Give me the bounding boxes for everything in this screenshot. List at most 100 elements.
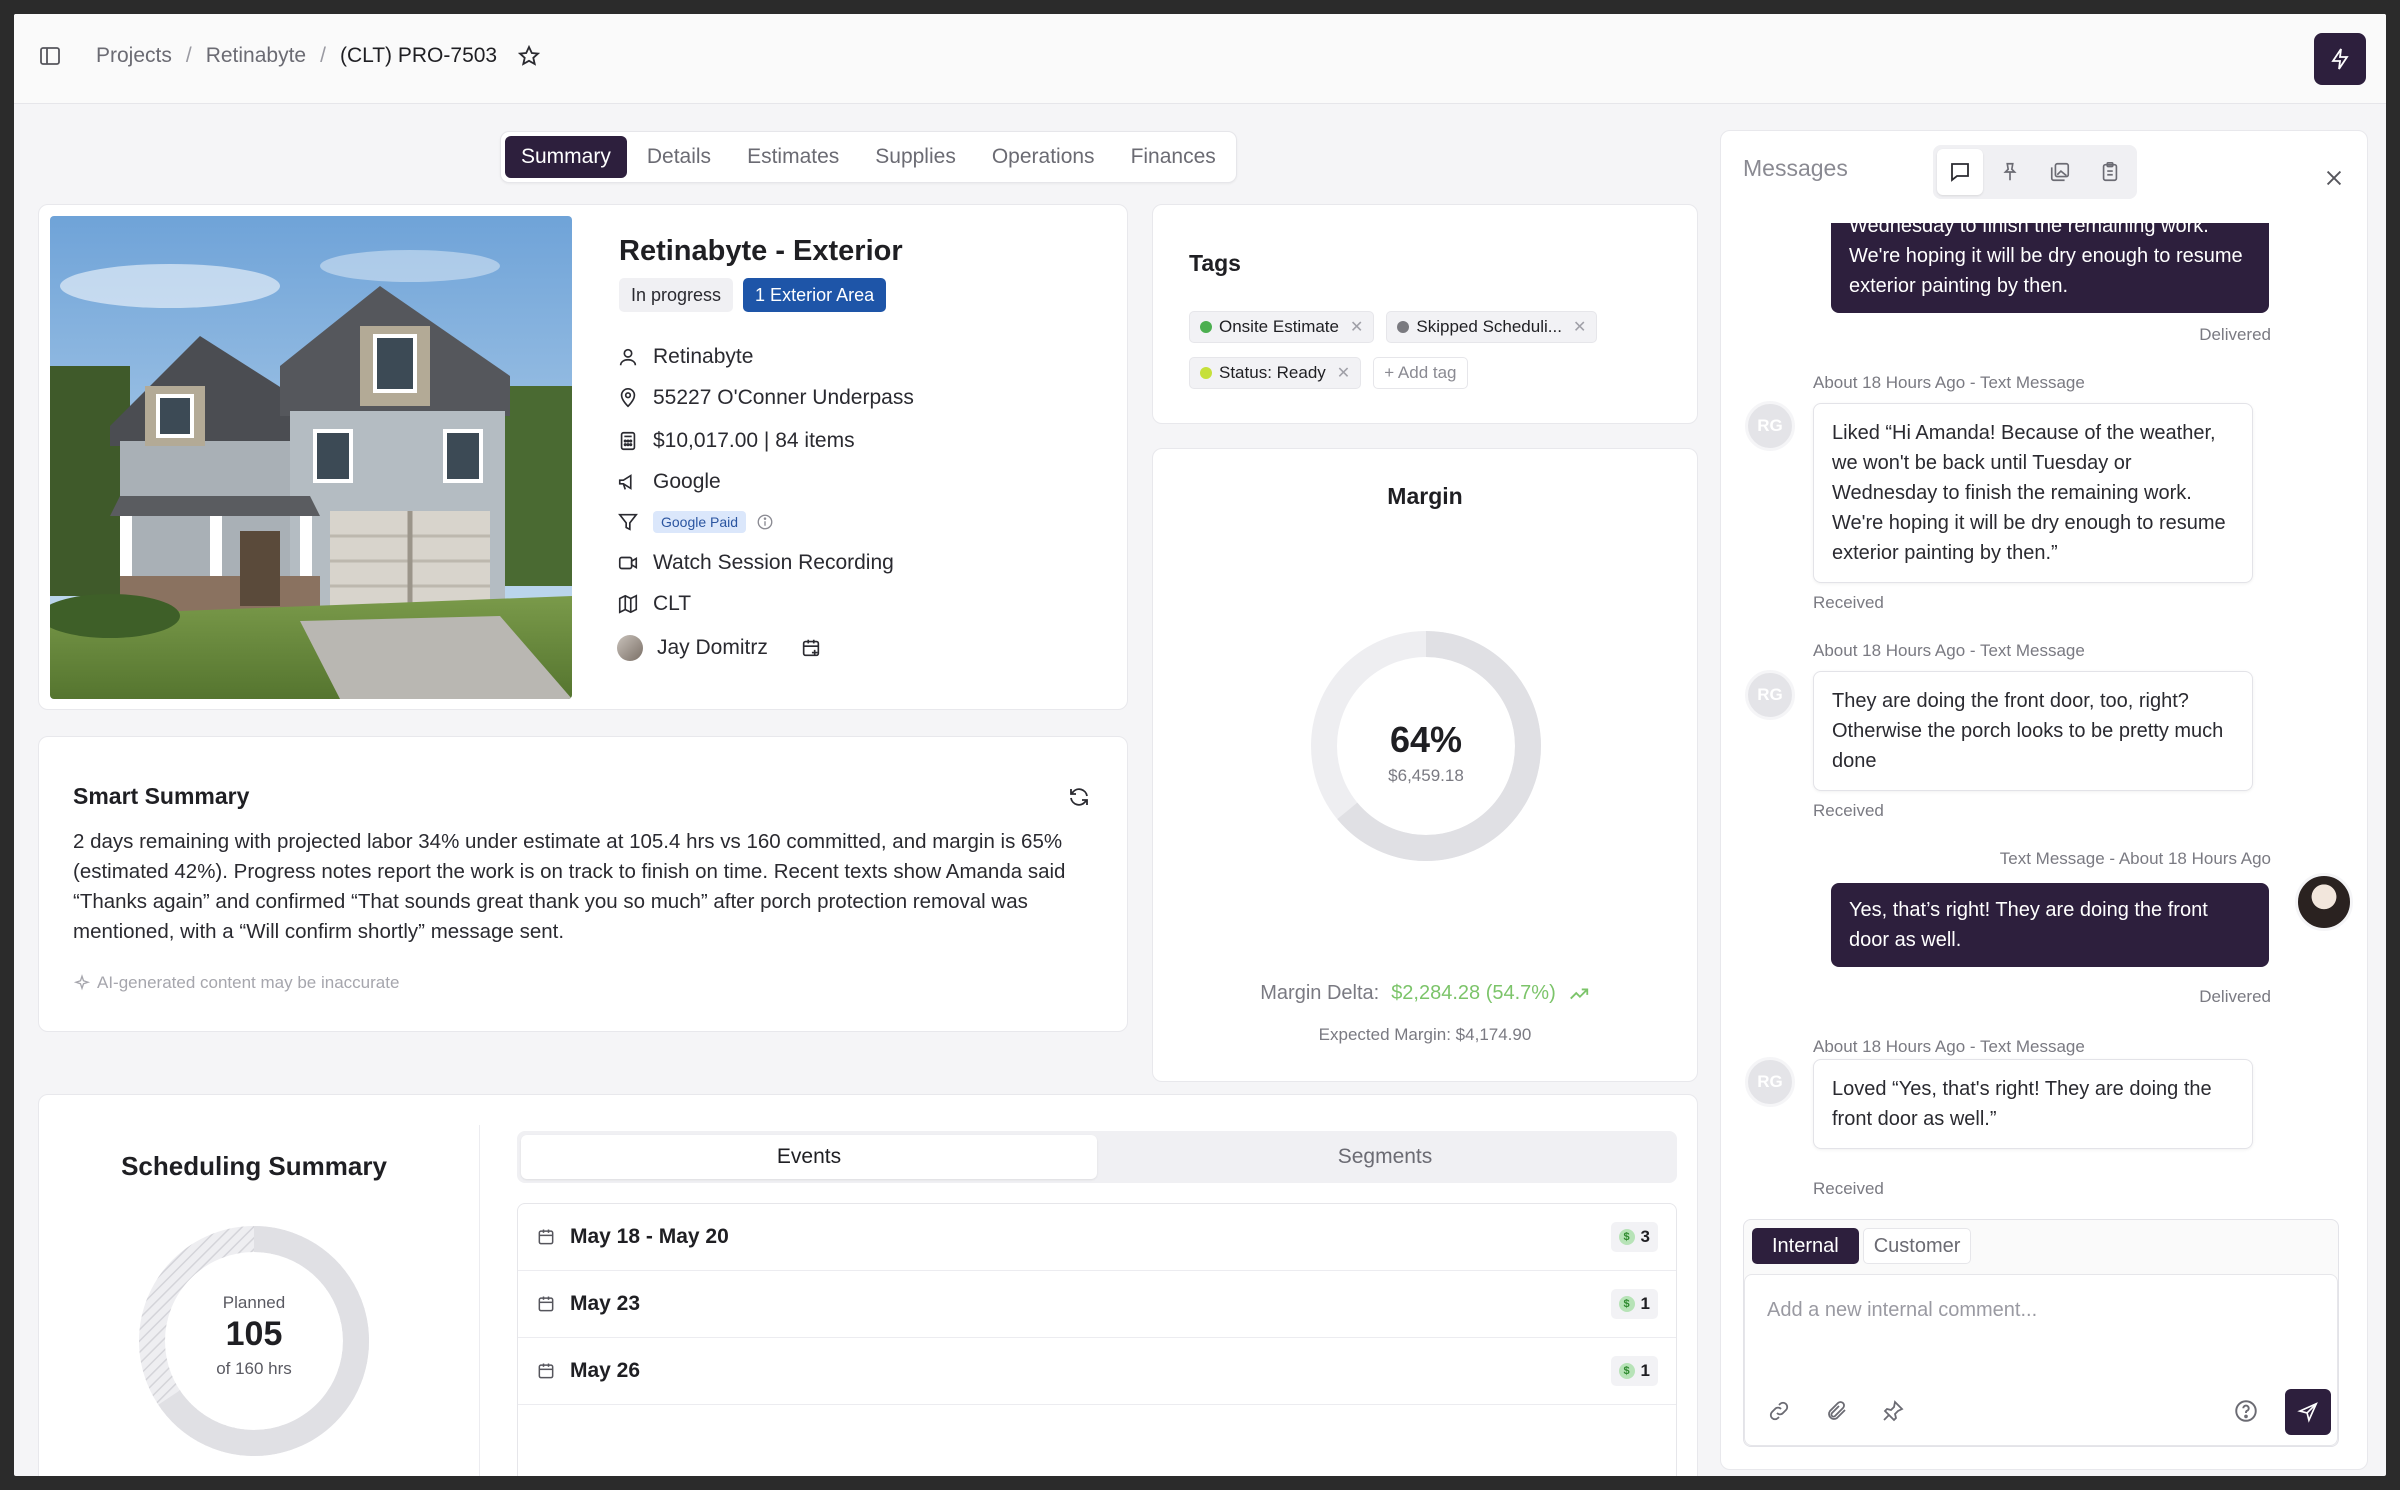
area-badge[interactable]: 1 Exterior Area: [743, 278, 887, 312]
message-meta: About 18 Hours Ago - Text Message: [1813, 373, 2085, 392]
ai-disclaimer: AI-generated content may be inaccurate: [73, 973, 399, 993]
event-count: 1: [1640, 1294, 1650, 1313]
notes-view-button[interactable]: [2087, 149, 2133, 195]
remove-tag-icon[interactable]: ✕: [1350, 317, 1363, 337]
tab-operations[interactable]: Operations: [976, 136, 1111, 178]
info-icon[interactable]: [756, 513, 774, 531]
calendar-icon: [538, 1363, 554, 1379]
sender-avatar: RG: [1745, 670, 1795, 720]
project-card: Retinabyte - Exterior In progress 1 Exte…: [38, 204, 1128, 710]
images-icon: [2050, 162, 2070, 182]
project-tabs: Summary Details Estimates Supplies Opera…: [500, 131, 1237, 183]
info-region: CLT: [617, 592, 691, 616]
info-client: Retinabyte: [617, 345, 753, 369]
filter-icon: [618, 513, 638, 531]
event-row[interactable]: May 26 $1: [518, 1338, 1676, 1405]
megaphone-icon: [618, 474, 632, 490]
add-tag-button[interactable]: + Add tag: [1373, 357, 1468, 389]
sparkle-icon: [73, 974, 91, 991]
breadcrumb-separator: /: [185, 44, 192, 67]
breadcrumb-projects[interactable]: Projects: [96, 44, 172, 68]
refresh-icon[interactable]: [1067, 785, 1091, 809]
sidebar-toggle-icon[interactable]: [38, 44, 62, 68]
link-icon[interactable]: [1767, 1399, 1791, 1423]
remove-tag-icon[interactable]: ✕: [1573, 317, 1586, 337]
tag-status-ready[interactable]: Status: Ready ✕: [1189, 357, 1362, 389]
message-meta: About 18 Hours Ago - Text Message: [1813, 641, 2085, 660]
tab-details[interactable]: Details: [631, 136, 727, 178]
tags-row-2: Status: Ready ✕ + Add tag: [1189, 357, 1468, 389]
dollar-icon: $: [1618, 1229, 1635, 1245]
attachment-icon[interactable]: [1825, 1399, 1849, 1423]
event-row[interactable]: May 18 - May 20 $3: [518, 1204, 1676, 1271]
gallery-view-button[interactable]: [2037, 149, 2083, 195]
info-address: 55227 O'Conner Underpass: [617, 386, 914, 410]
message-outgoing: Yes, that’s right! They are doing the fr…: [1831, 883, 2269, 967]
tab-summary[interactable]: Summary: [505, 136, 627, 178]
tags-title: Tags: [1189, 250, 1241, 276]
tab-customer[interactable]: Customer: [1862, 1228, 1972, 1264]
map-icon: [618, 594, 638, 614]
session-recording-link[interactable]: Watch Session Recording: [653, 551, 894, 575]
status-badge: In progress: [619, 278, 734, 312]
tag-skipped-scheduling[interactable]: Skipped Scheduli... ✕: [1386, 311, 1598, 343]
calculator-icon: [620, 431, 636, 451]
star-icon[interactable]: [517, 44, 541, 68]
project-badges: In progress 1 Exterior Area: [619, 278, 887, 312]
remove-tag-icon[interactable]: ✕: [1337, 363, 1350, 383]
message-status: Received: [1813, 1179, 1884, 1198]
video-icon: [618, 556, 638, 570]
event-count: 3: [1640, 1227, 1650, 1246]
event-count: 1: [1640, 1361, 1650, 1380]
clipboard-icon: [2102, 162, 2118, 182]
tab-events[interactable]: Events: [521, 1135, 1097, 1179]
margin-delta-value: $2,284.28 (54.7%): [1391, 982, 1556, 1004]
composer-tabs: Internal Customer: [1752, 1228, 1972, 1264]
tag-color-dot: [1200, 367, 1212, 379]
margin-delta-label: Margin Delta:: [1260, 982, 1380, 1004]
region: CLT: [653, 592, 692, 615]
message-meta: About 18 Hours Ago - Text Message: [1813, 1037, 2085, 1056]
tab-estimates[interactable]: Estimates: [731, 136, 855, 178]
breadcrumb-separator: /: [320, 44, 326, 67]
app-window: Projects / Retinabyte / (CLT) PRO-7503 S…: [14, 14, 2386, 1476]
dollar-icon: $: [1618, 1296, 1635, 1312]
tag-color-dot: [1397, 321, 1410, 333]
event-date: May 23: [570, 1292, 641, 1315]
help-icon[interactable]: [2233, 1398, 2259, 1424]
info-assignee: Jay Domitrz: [617, 635, 822, 661]
events-segments-toggle: Events Segments: [517, 1131, 1677, 1183]
send-button[interactable]: [2285, 1389, 2331, 1435]
pin-icon[interactable]: [1881, 1399, 1905, 1423]
planned-value: 105: [225, 1315, 283, 1353]
tag-color-dot: [1200, 321, 1212, 333]
assignee-name: Jay Domitrz: [657, 636, 768, 659]
messages-toolbar: [1933, 145, 2137, 199]
breadcrumb-client[interactable]: Retinabyte: [206, 44, 306, 68]
calendar-add-icon[interactable]: [800, 637, 822, 659]
info-source-tag: Google Paid: [617, 511, 774, 533]
address[interactable]: 55227 O'Conner Underpass: [653, 386, 914, 410]
smart-summary-text: 2 days remaining with projected labor 34…: [73, 830, 1066, 943]
tab-supplies[interactable]: Supplies: [859, 136, 972, 178]
tag-onsite-estimate[interactable]: Onsite Estimate ✕: [1189, 311, 1375, 343]
chat-view-button[interactable]: [1937, 149, 1983, 195]
sender-avatar: RG: [1745, 1057, 1795, 1107]
pinned-view-button[interactable]: [1987, 149, 2033, 195]
bolt-icon: [2331, 48, 2349, 70]
calendar-icon: [538, 1229, 554, 1245]
tab-segments[interactable]: Segments: [1097, 1135, 1673, 1179]
info-estimate: $10,017.00 | 84 items: [617, 429, 855, 453]
tab-internal[interactable]: Internal: [1752, 1228, 1859, 1264]
message-status: Received: [1813, 593, 1884, 612]
event-count-badge: $1: [1610, 1289, 1658, 1319]
event-row[interactable]: May 23 $1: [518, 1271, 1676, 1338]
planned-label: Planned: [222, 1293, 286, 1312]
margin-amount: $6,459.18: [1388, 766, 1464, 785]
event-count-badge: $3: [1610, 1222, 1658, 1252]
close-icon[interactable]: [2323, 167, 2345, 189]
smart-summary-title: Smart Summary: [73, 783, 250, 809]
quick-action-button[interactable]: [2314, 33, 2366, 85]
comment-input[interactable]: Add a new internal comment...: [1744, 1274, 2338, 1446]
tab-finances[interactable]: Finances: [1115, 136, 1232, 178]
